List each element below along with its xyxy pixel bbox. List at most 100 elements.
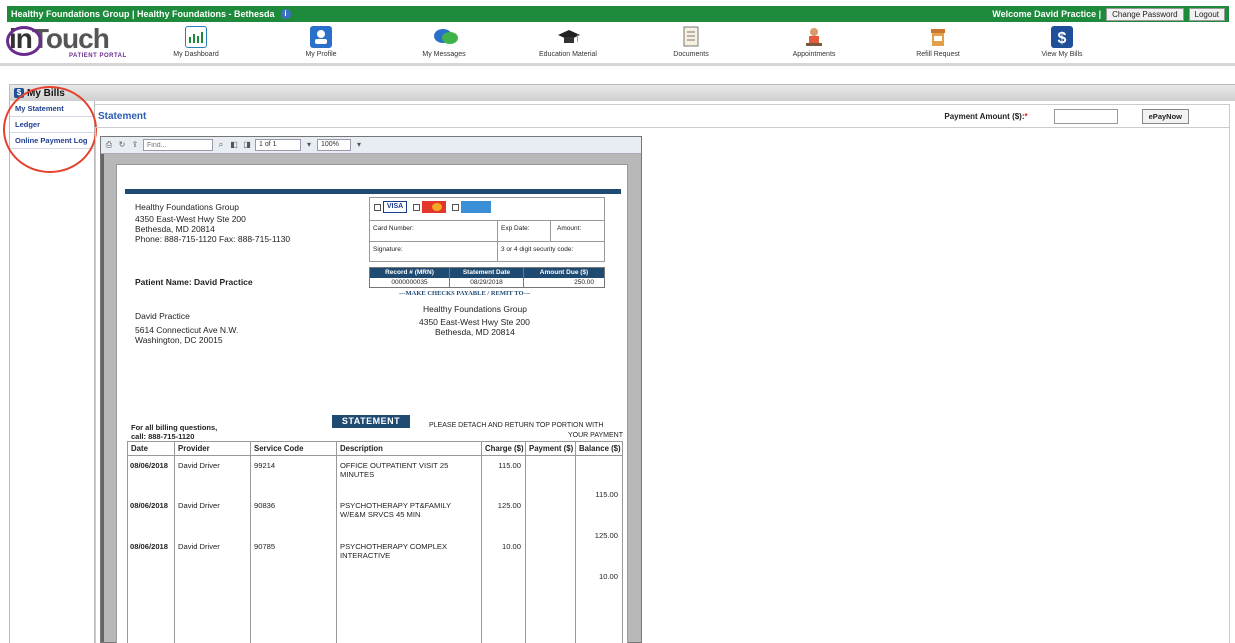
- patient-address-1: 5614 Connecticut Ave N.W.: [135, 325, 239, 335]
- row-2-description: PSYCHOTHERAPY PT&FAMILY W/E&M SRVCS 45 M…: [340, 501, 451, 519]
- page-indicator[interactable]: 1 of 1: [255, 139, 301, 151]
- make-checks-payable: ---MAKE CHECKS PAYABLE / REMIT TO---: [399, 290, 531, 297]
- statement-title: Statement: [98, 110, 147, 122]
- info-icon[interactable]: i: [280, 9, 291, 19]
- sidebar-item-online-payment-log[interactable]: Online Payment Log: [10, 133, 94, 149]
- user-controls: Welcome David Practice | Change Password…: [992, 7, 1229, 21]
- intouch-logo[interactable]: inTouch PATIENT PORTAL: [6, 24, 129, 62]
- row-1-description: OFFICE OUTPATIENT VISIT 25 MINUTES: [340, 461, 449, 479]
- my-bills-header: $ My Bills: [9, 84, 1235, 101]
- logout-button[interactable]: Logout: [1188, 7, 1225, 21]
- sidebar-item-my-statement[interactable]: My Statement: [10, 101, 94, 117]
- statement-page: Healthy Foundations Group 4350 East-West…: [116, 164, 628, 643]
- row-3-charge: 10.00: [501, 542, 521, 551]
- patient-address-name: David Practice: [135, 311, 190, 321]
- record-table-row: 0000000035 08/29/2018 250.00: [370, 278, 604, 287]
- card-payment-box: VISA Card Number: Exp Date: Amount: Sign…: [369, 197, 605, 262]
- patient-address-2: Washington, DC 20015: [135, 335, 223, 345]
- previous-page-icon[interactable]: ◧: [229, 140, 239, 150]
- nav-label: Documents: [673, 51, 709, 58]
- visa-checkbox[interactable]: [374, 203, 381, 211]
- row-1-balance: 115.00: [595, 490, 618, 499]
- mastercard-logo: [422, 201, 446, 214]
- nav-my-profile[interactable]: My Profile: [276, 26, 366, 58]
- refresh-icon[interactable]: ↻: [117, 140, 127, 150]
- change-password-button[interactable]: Change Password: [1106, 7, 1184, 21]
- nav-view-my-bills[interactable]: $ View My Bills: [1017, 26, 1107, 58]
- practice-name: Healthy Foundations Group: [135, 202, 239, 212]
- card-number-label: Card Number:: [373, 225, 414, 232]
- nav-my-dashboard[interactable]: My Dashboard: [151, 26, 241, 58]
- nav-my-messages[interactable]: My Messages: [399, 26, 489, 58]
- dollar-icon: $: [1051, 26, 1073, 48]
- svg-text:$: $: [1058, 30, 1067, 47]
- payment-amount-input[interactable]: [1053, 108, 1118, 124]
- payment-amount-label: Payment Amount ($):*: [944, 111, 1028, 121]
- next-page-icon[interactable]: ◨: [242, 140, 252, 150]
- print-icon[interactable]: ⎙: [104, 140, 114, 150]
- nav-label: Appointments: [792, 51, 836, 58]
- top-bar: Healthy Foundations Group | Healthy Foun…: [7, 6, 1229, 22]
- chevron-down-icon[interactable]: ▾: [304, 140, 314, 150]
- row-3-description: PSYCHOTHERAPY COMPLEX INTERACTIVE: [340, 542, 448, 560]
- nav-refill-request[interactable]: Refill Request: [893, 26, 983, 58]
- nav-education-material[interactable]: Education Material: [523, 26, 613, 58]
- export-icon[interactable]: ⇪: [130, 140, 140, 150]
- amex-logo: [461, 201, 491, 214]
- page-header-bar: [125, 189, 621, 194]
- mastercard-checkbox[interactable]: [413, 203, 420, 211]
- charges-table-header: Date Provider Service Code Description C…: [128, 442, 622, 456]
- viewer-body[interactable]: Healthy Foundations Group 4350 East-West…: [101, 154, 641, 643]
- row-3-balance: 10.00: [598, 572, 618, 581]
- remit-address-2: Bethesda, MD 20814: [435, 327, 515, 337]
- sidebar-item-ledger[interactable]: Ledger: [10, 117, 94, 133]
- amex-checkbox[interactable]: [452, 203, 459, 211]
- nav-label: My Profile: [305, 51, 337, 58]
- security-code-label: 3 or 4 digit security code:: [501, 246, 574, 253]
- record-table: Record # (MRN) Statement Date Amount Due…: [369, 267, 605, 288]
- practice-address-2: Bethesda, MD 20814: [135, 224, 215, 234]
- zoom-select[interactable]: 100%: [317, 139, 351, 151]
- row-2-charge: 125.00: [497, 501, 521, 510]
- row-2-balance: 125.00: [594, 531, 618, 540]
- patient-name: Patient Name: David Practice: [135, 277, 253, 287]
- card-number-row: Card Number: Exp Date: Amount:: [370, 220, 604, 241]
- signature-label: Signature:: [373, 246, 403, 253]
- amount-label: Amount:: [557, 225, 582, 232]
- row-2-provider: David Driver: [178, 501, 220, 510]
- nav-label: Education Material: [539, 51, 597, 58]
- exp-date-label: Exp Date:: [501, 225, 530, 232]
- nav-label: My Dashboard: [173, 51, 219, 58]
- organization-label: Healthy Foundations Group | Healthy Foun…: [11, 9, 275, 19]
- binoculars-icon[interactable]: ⌕: [216, 140, 226, 150]
- row-2-date: 08/06/2018: [130, 501, 169, 510]
- charges-table: Date Provider Service Code Description C…: [127, 441, 623, 643]
- remit-name: Healthy Foundations Group: [423, 304, 527, 314]
- row-2-service-code: 90836: [254, 501, 276, 510]
- main-nav: inTouch PATIENT PORTAL My Dashboard My P…: [0, 22, 1235, 66]
- viewer-toolbar: ⎙ ↻ ⇪ ⌕ ◧ ◨ 1 of 1 ▾ 100% ▾: [101, 137, 641, 154]
- find-input[interactable]: [143, 139, 213, 151]
- remit-address-1: 4350 East-West Hwy Ste 200: [419, 317, 530, 327]
- nav-label: My Messages: [422, 51, 466, 58]
- row-3-provider: David Driver: [178, 542, 220, 551]
- row-1-provider: David Driver: [178, 461, 220, 470]
- charges-table-body: 08/06/2018 08/06/2018 08/06/2018 David D…: [128, 456, 622, 643]
- amount-due: 250.00: [574, 279, 594, 286]
- nav-label: View My Bills: [1041, 51, 1083, 58]
- pdf-viewer: ⎙ ↻ ⇪ ⌕ ◧ ◨ 1 of 1 ▾ 100% ▾ Healthy Foun…: [100, 136, 642, 643]
- messages-icon: [433, 26, 458, 48]
- row-1-charge: 115.00: [498, 461, 521, 470]
- nav-appointments[interactable]: Appointments: [769, 26, 859, 58]
- practice-phone: Phone: 888-715-1120 Fax: 888-715-1130: [135, 234, 291, 244]
- appointments-icon: [803, 26, 825, 48]
- profile-icon: [310, 26, 332, 48]
- epay-now-button[interactable]: ePayNow: [1141, 108, 1189, 124]
- detach-note-line-2: YOUR PAYMENT: [568, 432, 623, 439]
- practice-address-1: 4350 East-West Hwy Ste 200: [135, 214, 246, 224]
- nav-documents[interactable]: Documents: [646, 26, 736, 58]
- chevron-down-icon[interactable]: ▾: [354, 140, 364, 150]
- row-3-service-code: 90785: [254, 542, 276, 551]
- graduation-cap-icon: [557, 26, 580, 48]
- row-1-date: 08/06/2018: [130, 461, 169, 470]
